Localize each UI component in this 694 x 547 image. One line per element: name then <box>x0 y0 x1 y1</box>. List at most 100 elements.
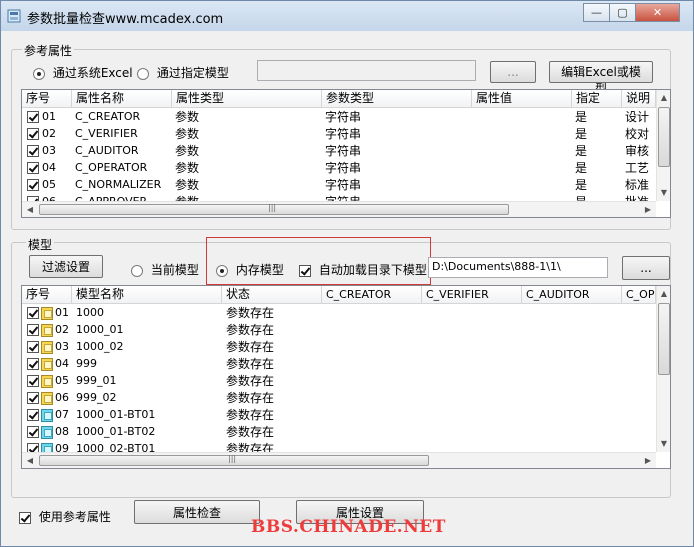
model-col-header-status[interactable]: 状态 <box>222 286 322 304</box>
use-reference-checkbox[interactable]: 使用参考属性 <box>19 508 111 525</box>
use-reference-check-indicator[interactable] <box>19 511 31 524</box>
col-header-attr-name[interactable]: 属性名称 <box>72 90 172 108</box>
list-item[interactable]: 06 999_02 参数存在 <box>22 390 656 407</box>
reference-vscrollbar[interactable]: ▲ ▼ <box>656 90 670 201</box>
model-row-checkbox[interactable] <box>27 375 39 387</box>
model-row-number-cell[interactable]: 02 <box>24 322 72 339</box>
row-number-cell[interactable]: 02 <box>24 126 72 143</box>
row-number-cell[interactable]: 05 <box>24 177 72 194</box>
model-row-checkbox[interactable] <box>27 341 39 353</box>
radio-current-model[interactable]: 当前模型 <box>131 261 199 278</box>
model-vscrollbar[interactable]: ▲ ▼ <box>656 286 670 452</box>
cell-name: C_CREATOR <box>75 110 141 123</box>
model-scroll-right-icon[interactable]: ▶ <box>640 453 656 468</box>
attribute-check-button[interactable]: 属性检查 <box>134 500 260 524</box>
model-name-cell: 1000_01 <box>76 323 124 336</box>
assembly-icon <box>41 357 53 371</box>
table-row[interactable]: 02 C_VERIFIER 参数 字符串 是 校对 <box>22 126 656 143</box>
list-item[interactable]: 07 1000_01-BT01 参数存在 <box>22 407 656 424</box>
model-row-checkbox[interactable] <box>27 307 39 319</box>
model-row-number: 08 <box>55 425 69 438</box>
list-item[interactable]: 08 1000_01-BT02 参数存在 <box>22 424 656 441</box>
table-row[interactable]: 03 C_AUDITOR 参数 字符串 是 审核 <box>22 143 656 160</box>
model-row-checkbox[interactable] <box>27 409 39 421</box>
model-dir-input[interactable]: D:\Documents\888-1\1\ <box>428 257 608 278</box>
minimize-button[interactable]: — <box>583 3 610 22</box>
scroll-down-icon[interactable]: ▼ <box>657 185 670 201</box>
model-row-checkbox[interactable] <box>27 324 39 336</box>
row-checkbox[interactable] <box>27 145 39 157</box>
row-checkbox[interactable] <box>27 179 39 191</box>
close-button[interactable]: ✕ <box>635 3 680 22</box>
radio-current-indicator[interactable] <box>131 264 143 277</box>
model-name-cell: 999 <box>76 357 97 370</box>
col-header-value[interactable]: 属性值 <box>472 90 572 108</box>
model-row-checkbox[interactable] <box>27 392 39 404</box>
list-item[interactable]: 02 1000_01 参数存在 <box>22 322 656 339</box>
model-hscrollbar[interactable]: ◀ ||| ▶ <box>22 452 656 468</box>
col-header-desc[interactable]: 说明 <box>622 90 656 108</box>
list-item[interactable]: 03 1000_02 参数存在 <box>22 339 656 356</box>
radio-model-indicator[interactable] <box>137 67 149 80</box>
row-checkbox[interactable] <box>27 162 39 174</box>
model-col-header-creator[interactable]: C_CREATOR <box>322 286 422 304</box>
title-bar[interactable]: 参数批量检查www.mcadex.com — ▢ ✕ <box>1 1 693 31</box>
assembly-icon <box>41 306 53 320</box>
model-col-header-no[interactable]: 序号 <box>22 286 72 304</box>
scroll-right-icon[interactable]: ▶ <box>640 202 656 217</box>
col-header-assigned[interactable]: 指定 <box>572 90 622 108</box>
model-name-cell: 1000_01-BT02 <box>76 425 156 438</box>
model-row-number-cell[interactable]: 08 <box>24 424 72 441</box>
model-col-header-operator[interactable]: C_OP <box>622 286 656 304</box>
cell-assigned: 是 <box>575 127 588 141</box>
model-scroll-left-icon[interactable]: ◀ <box>22 453 38 468</box>
list-item[interactable]: 01 1000 参数存在 <box>22 305 656 322</box>
reference-path-input[interactable] <box>257 60 476 81</box>
reference-browse-button[interactable]: ... <box>490 61 536 83</box>
col-header-param-type[interactable]: 参数类型 <box>322 90 472 108</box>
row-number-cell[interactable]: 03 <box>24 143 72 160</box>
row-number-cell[interactable]: 04 <box>24 160 72 177</box>
part-icon <box>41 408 53 422</box>
main-window: 参数批量检查www.mcadex.com — ▢ ✕ 参考属性 通过系统Exce… <box>0 0 694 547</box>
row-checkbox[interactable] <box>27 111 39 123</box>
model-row-checkbox[interactable] <box>27 358 39 370</box>
radio-model[interactable]: 通过指定模型 <box>137 64 229 81</box>
model-row-number-cell[interactable]: 07 <box>24 407 72 424</box>
col-header-attr-type[interactable]: 属性类型 <box>172 90 322 108</box>
maximize-button[interactable]: ▢ <box>609 3 636 22</box>
model-name-cell: 1000_02 <box>76 340 124 353</box>
radio-excel[interactable]: 通过系统Excel <box>33 64 133 81</box>
model-vscroll-thumb[interactable] <box>658 303 670 375</box>
model-row-number-cell[interactable]: 05 <box>24 373 72 390</box>
model-scroll-up-icon[interactable]: ▲ <box>657 286 670 302</box>
row-checkbox[interactable] <box>27 128 39 140</box>
list-item[interactable]: 05 999_01 参数存在 <box>22 373 656 390</box>
filter-settings-button[interactable]: 过滤设置 <box>29 255 103 278</box>
model-row-number-cell[interactable]: 01 <box>24 305 72 322</box>
model-browse-button[interactable]: ... <box>622 256 670 280</box>
model-col-header-name[interactable]: 模型名称 <box>72 286 222 304</box>
reference-vscroll-thumb[interactable] <box>658 107 670 167</box>
model-col-header-auditor[interactable]: C_AUDITOR <box>522 286 622 304</box>
scroll-up-icon[interactable]: ▲ <box>657 90 670 106</box>
model-scroll-down-icon[interactable]: ▼ <box>657 436 670 452</box>
table-row[interactable]: 05 C_NORMALIZER 参数 字符串 是 标准 <box>22 177 656 194</box>
row-number-cell[interactable]: 01 <box>24 109 72 126</box>
table-row[interactable]: 04 C_OPERATOR 参数 字符串 是 工艺 <box>22 160 656 177</box>
table-row[interactable]: 01 C_CREATOR 参数 字符串 是 设计 <box>22 109 656 126</box>
list-item[interactable]: 04 999 参数存在 <box>22 356 656 373</box>
radio-excel-label: 通过系统Excel <box>52 66 133 80</box>
reference-hscrollbar[interactable]: ◀ ||| ▶ <box>22 201 656 217</box>
model-name-cell: 1000_01-BT01 <box>76 408 156 421</box>
col-header-no[interactable]: 序号 <box>22 90 72 108</box>
edit-excel-button[interactable]: 编辑Excel或模型 <box>549 61 653 96</box>
model-name-cell: 999_02 <box>76 391 117 404</box>
model-row-checkbox[interactable] <box>27 426 39 438</box>
model-row-number-cell[interactable]: 06 <box>24 390 72 407</box>
model-row-number-cell[interactable]: 03 <box>24 339 72 356</box>
model-col-header-verifier[interactable]: C_VERIFIER <box>422 286 522 304</box>
scroll-left-icon[interactable]: ◀ <box>22 202 38 217</box>
model-row-number-cell[interactable]: 04 <box>24 356 72 373</box>
radio-excel-indicator[interactable] <box>33 67 45 80</box>
